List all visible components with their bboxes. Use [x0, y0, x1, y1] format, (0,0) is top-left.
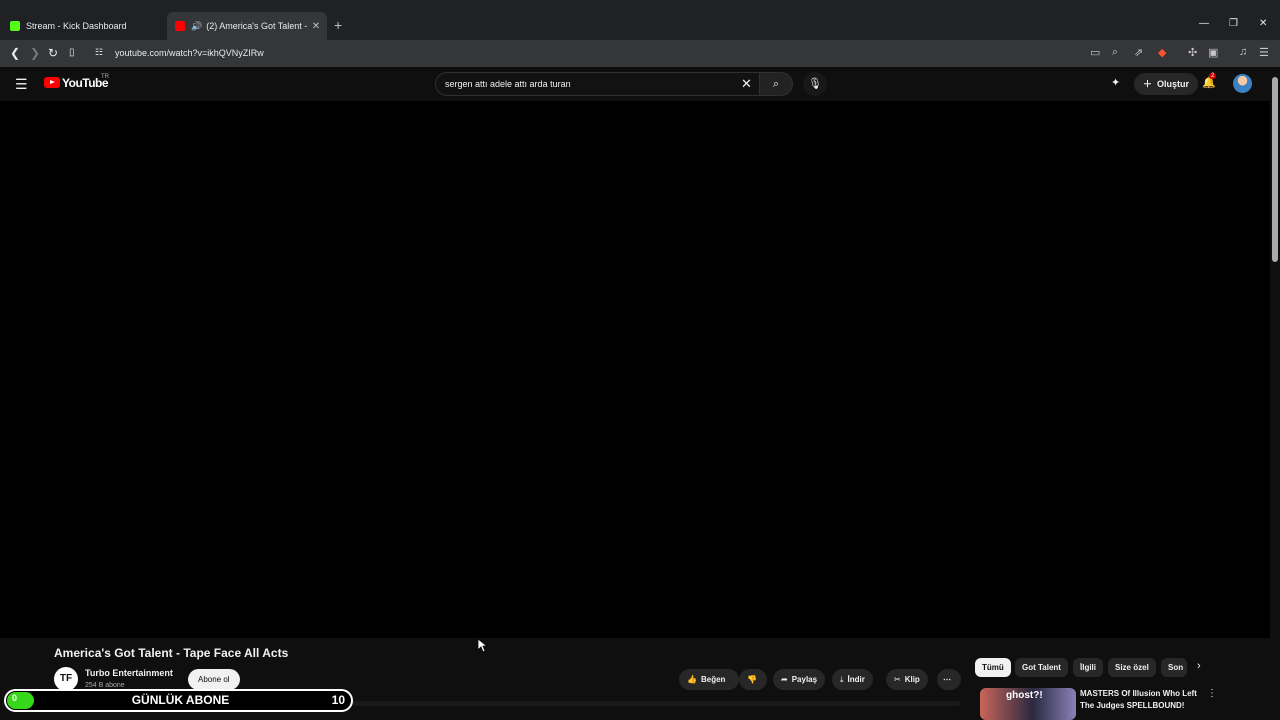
speaker-icon: 🔊 [191, 20, 203, 31]
download-icon: ⤓ [840, 675, 844, 684]
extensions-icon[interactable]: ✣ [1188, 46, 1197, 59]
dislike-button[interactable]: 👎 [739, 669, 767, 690]
thumbnail-text: ghost?! [1006, 690, 1043, 701]
search-input[interactable]: sergen attı adele attı arda turan ✕ [435, 72, 759, 96]
channel-name[interactable]: Turbo Entertainment [85, 668, 173, 678]
chevron-right-icon[interactable]: › [1197, 660, 1201, 672]
search-button[interactable]: ⌕ [759, 72, 793, 96]
tab-title: (2) America's Got Talent - Tap [206, 21, 309, 31]
close-window-button[interactable]: ✕ [1259, 18, 1267, 29]
voice-search-icon[interactable]: 🎙 [803, 72, 827, 96]
video-title: America's Got Talent - Tape Face All Act… [54, 646, 289, 660]
clip-label: Klip [904, 675, 920, 684]
browser-tab-bar: Stream - Kick Dashboard 🔊 (2) America's … [0, 0, 1280, 40]
create-label: Oluştur [1157, 79, 1190, 89]
scissors-icon: ✂ [894, 675, 901, 684]
studio-icon[interactable]: ✦ [1111, 76, 1120, 89]
cast-icon[interactable]: ▭ [1090, 46, 1100, 59]
share-page-icon[interactable]: ⇗ [1134, 46, 1143, 59]
like-button[interactable]: 👍 Beğen [679, 669, 739, 690]
media-icon[interactable]: ♫ [1239, 46, 1247, 58]
region-code: TR [101, 74, 109, 80]
plus-icon: ＋ [1143, 79, 1153, 89]
recommendation-thumbnail[interactable]: ghost?! [980, 688, 1076, 720]
youtube-header: ☰ YouTube TR sergen attı adele attı arda… [0, 67, 1280, 101]
goal-target-value: 10 [331, 693, 345, 707]
address-bar: ❮ ❯ ↻ ▯ ☷ youtube.com/watch?v=ikhQVNyZIR… [0, 40, 1280, 67]
new-tab-button[interactable]: + [334, 17, 342, 33]
daily-subscriber-goal-widget: 0 GÜNLÜK ABONE 10 [4, 689, 353, 712]
chip-got-talent[interactable]: Got Talent [1015, 658, 1068, 677]
tab-youtube-video[interactable]: 🔊 (2) America's Got Talent - Tap ✕ [167, 12, 327, 40]
subscribe-button[interactable]: Abone ol [188, 669, 240, 690]
forward-button[interactable]: ❯ [30, 46, 40, 60]
more-actions-button[interactable]: ⋯ [937, 669, 961, 690]
download-button[interactable]: ⤓ İndir [832, 669, 873, 690]
create-button[interactable]: ＋ Oluştur [1134, 73, 1199, 95]
more-icon: ⋯ [943, 675, 951, 684]
video-player[interactable] [0, 101, 1270, 638]
site-settings-icon[interactable]: ☷ [95, 47, 103, 58]
reload-button[interactable]: ↻ [48, 46, 58, 60]
scrollbar-thumb[interactable] [1272, 77, 1278, 262]
channel-avatar[interactable]: TF [54, 667, 78, 691]
recommendation-title[interactable]: MASTERS Of Illusion Who Left The Judges … [1080, 688, 1200, 712]
kebab-menu-icon[interactable]: ⋮ [1207, 688, 1217, 699]
restore-button[interactable]: ❐ [1229, 18, 1238, 29]
chip-related[interactable]: İlgili [1073, 658, 1103, 677]
kick-favicon-icon [10, 21, 20, 31]
page-scrollbar[interactable] [1270, 67, 1280, 720]
chip-recent[interactable]: Son [1161, 658, 1187, 677]
thumbs-down-icon: 👎 [747, 675, 757, 684]
goal-label: GÜNLÜK ABONE [131, 693, 230, 707]
bookmark-icon[interactable]: ▯ [69, 47, 75, 58]
download-label: İndir [847, 675, 865, 684]
tab-title: Stream - Kick Dashboard [26, 21, 127, 31]
browser-menu-icon[interactable]: ☰ [1259, 46, 1269, 59]
share-label: Paylaş [791, 675, 818, 684]
url-field[interactable]: youtube.com/watch?v=ikhQVNyZIRw [115, 48, 264, 58]
brave-shield-icon[interactable]: ◆ [1158, 46, 1166, 59]
minimize-button[interactable]: — [1199, 18, 1209, 29]
clear-search-icon[interactable]: ✕ [741, 76, 752, 92]
chip-all[interactable]: Tümü [975, 658, 1011, 677]
back-button[interactable]: ❮ [10, 46, 20, 60]
thumbs-up-icon: 👍 [687, 675, 697, 684]
chip-for-you[interactable]: Size özel [1108, 658, 1156, 677]
share-icon: ➦ [781, 675, 788, 684]
youtube-favicon-icon [175, 21, 185, 31]
mouse-cursor-icon [478, 639, 488, 653]
tab-kick-dashboard[interactable]: Stream - Kick Dashboard [0, 12, 162, 40]
youtube-logo-icon[interactable] [44, 77, 60, 88]
hamburger-menu-icon[interactable]: ☰ [15, 76, 28, 93]
search-query-text: sergen attı adele attı arda turan [445, 79, 571, 89]
share-button[interactable]: ➦ Paylaş [773, 669, 826, 690]
sidebar-icon[interactable]: ▣ [1208, 46, 1218, 59]
like-label: Beğen [700, 675, 726, 684]
subscriber-count: 254 B abone [85, 682, 125, 689]
close-tab-icon[interactable]: ✕ [309, 21, 323, 32]
account-avatar[interactable] [1233, 74, 1252, 93]
clip-button[interactable]: ✂ Klip [886, 669, 928, 690]
zoom-icon[interactable]: ⌕ [1112, 46, 1118, 59]
